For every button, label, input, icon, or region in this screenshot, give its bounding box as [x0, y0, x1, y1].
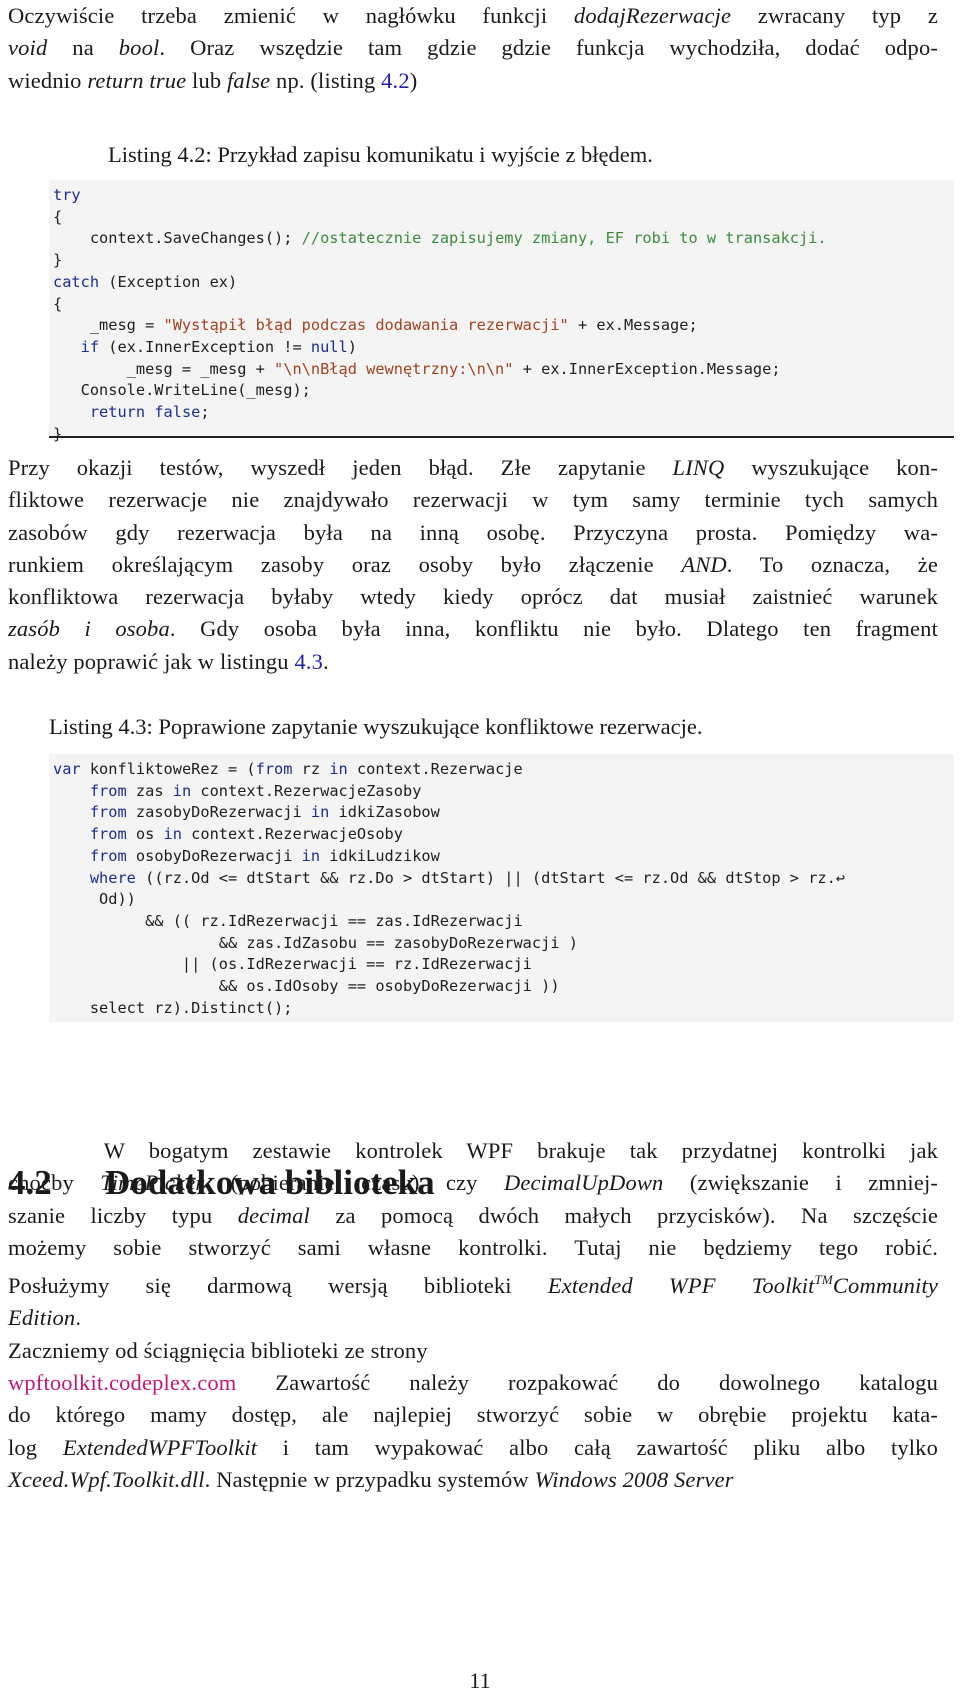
code-line: && zas.IdZasobu == zasobyDoRezerwacji )	[53, 933, 578, 952]
code-line: || (os.IdRezerwacji == rz.IdRezerwacji	[53, 955, 532, 974]
emphasis: Community	[832, 1273, 938, 1299]
emphasis: Windows 2008 Server	[534, 1466, 734, 1492]
emphasis: return true	[87, 67, 187, 93]
text-line: możemy sobie stworzyć sami własne kontro…	[8, 1234, 938, 1260]
intro-paragraph: Oczywiście trzeba zmienić w nagłówku fun…	[8, 0, 938, 97]
code-line: catch (Exception ex)	[53, 272, 238, 291]
code-line: Console.WriteLine(_mesg);	[53, 381, 311, 400]
trademark: TM	[814, 1272, 833, 1288]
code-line: {	[53, 207, 63, 226]
code-keyword: from	[89, 781, 127, 800]
code-line: where ((rz.Od <= dtStart && rz.Do > dtSt…	[89, 868, 846, 887]
emphasis: DecimalUpDown	[503, 1170, 664, 1196]
code-line: && (( rz.IdRezerwacji == zas.IdRezerwacj…	[53, 911, 523, 930]
text-line: fliktowe rezerwacje nie znajdywało rezer…	[8, 487, 938, 513]
listing-reference-link[interactable]: 4.3	[294, 649, 323, 674]
text-line: choćby TimePicker (pobieranie czasu) czy…	[8, 1170, 939, 1196]
code-keyword: return	[89, 403, 146, 422]
emphasis: void	[8, 35, 48, 61]
emphasis: Xceed.Wpf.Toolkit.dll	[8, 1466, 205, 1492]
code-line: {	[53, 294, 63, 313]
code-string: "Wystąpił błąd podczas dodawania rezerwa…	[163, 316, 569, 335]
code-keyword: catch	[53, 272, 100, 291]
code-line: select rz).Distinct();	[53, 998, 293, 1017]
text-line: szanie liczby typu decimal za pomocą dwó…	[8, 1202, 938, 1228]
text-line: Edition.	[8, 1305, 82, 1331]
code-keyword: in	[163, 825, 182, 844]
code-line: var konfliktoweRez = (from rz in context…	[53, 760, 523, 778]
code-line: return false;	[89, 403, 210, 422]
code-line: context.SaveChanges(); //ostatecznie zap…	[53, 229, 827, 248]
code-string: "\n\nBłąd wewnętrzny:\n\n"	[274, 359, 514, 378]
code-line: }	[53, 251, 63, 270]
listing-reference-link[interactable]: 4.2	[381, 68, 410, 93]
emphasis: zasób i osoba	[8, 616, 170, 642]
code-keyword: if	[80, 337, 100, 356]
code-block: try { context.SaveChanges(); //ostateczni…	[49, 180, 954, 445]
code-keyword: from	[89, 803, 127, 822]
code-keyword: var	[53, 760, 81, 778]
code-line: if (ex.InnerException != null)	[80, 337, 357, 356]
text-line: wpftoolkit.codeplex.com Zawartość należy…	[8, 1370, 938, 1396]
text-line: zasobów gdy rezerwacja była na inną osob…	[8, 519, 938, 545]
code-keyword: in	[329, 760, 348, 778]
bug-paragraph: Przy okazji testów, wyszedł jeden błąd. …	[8, 452, 938, 678]
library-paragraph: W bogatym zestawie kontrolek WPF brakuje…	[8, 1135, 938, 1496]
text-line: log ExtendedWPFToolkit i tam wypakować a…	[8, 1434, 938, 1460]
url-link[interactable]: wpftoolkit.codeplex.com	[8, 1370, 236, 1395]
text-line: Oczywiście trzeba zmienić w nagłówku fun…	[8, 3, 938, 28]
emphasis: Extended WPF Toolkit	[547, 1273, 815, 1299]
code-line: && os.IdOsoby == osobyDoRezerwacji ))	[53, 977, 560, 996]
code-keyword: false	[154, 403, 201, 422]
code-line: _mesg = _mesg + "\n\nBłąd wewnętrzny:\n\…	[53, 359, 781, 378]
emphasis: LINQ	[672, 455, 725, 480]
code-keyword: in	[310, 803, 330, 822]
listing-4-3-caption: Listing 4.3: Poprawione zapytanie wyszuk…	[49, 714, 703, 739]
code-line: }	[53, 424, 63, 443]
text-line: należy poprawić jak w listingu 4.3.	[8, 648, 329, 674]
listing-4-3-code: var konfliktoweRez = (from rz in context…	[49, 754, 954, 1022]
text-line: Posłużymy się darmową wersją biblioteki …	[8, 1272, 938, 1299]
code-keyword: where	[89, 868, 136, 887]
text-line: W bogatym zestawie kontrolek WPF brakuje…	[8, 1138, 938, 1163]
code-line: Od))	[53, 890, 136, 909]
emphasis: Edition	[8, 1305, 76, 1331]
code-keyword: from	[89, 825, 127, 844]
code-line: from os in context.RezerwacjeOsoby	[89, 825, 403, 844]
code-keyword: from	[255, 760, 293, 778]
code-keyword: try	[53, 186, 81, 204]
emphasis: decimal	[237, 1202, 310, 1228]
code-comment: //ostatecznie zapisujemy zmiany, EF robi…	[301, 229, 827, 248]
text-line: Xceed.Wpf.Toolkit.dll. Następnie w przyp…	[8, 1466, 734, 1492]
code-keyword: from	[89, 846, 127, 865]
text-line: void na bool. Oraz wszędzie tam gdzie gd…	[8, 35, 938, 61]
page-number: 11	[469, 1668, 491, 1693]
text-line: runkiem określającym zasoby oraz osoby b…	[8, 551, 938, 577]
code-line: try	[53, 185, 954, 207]
text-line: Przy okazji testów, wyszedł jeden błąd. …	[8, 455, 938, 480]
code-keyword: in	[301, 846, 321, 865]
text-line: zasób i osoba. Gdy osoba była inna, konf…	[8, 616, 938, 642]
emphasis: ExtendedWPFToolkit	[62, 1434, 258, 1460]
code-block: var konfliktoweRez = (from rz in context…	[49, 754, 954, 1019]
listing-rule	[49, 436, 954, 438]
code-line: from zasobyDoRezerwacji in idkiZasobow	[89, 803, 440, 822]
text-line: konfliktowa rezerwacja byłaby wtedy kied…	[8, 584, 938, 610]
listing-4-2-code: try { context.SaveChanges(); //ostateczni…	[49, 180, 954, 443]
emphasis: TimePicker	[100, 1170, 205, 1196]
code-line: _mesg = "Wystąpił błąd podczas dodawania…	[53, 316, 698, 335]
code-keyword: null	[310, 337, 348, 356]
code-line: from zas in context.RezerwacjeZasoby	[89, 781, 422, 800]
emphasis: bool	[118, 35, 160, 61]
code-line: from osobyDoRezerwacji in idkiLudzikow	[89, 846, 440, 865]
text-line: wiednio return true lub false np. (listi…	[8, 67, 418, 93]
text-line: Zaczniemy od ściągnięcia biblioteki ze s…	[8, 1337, 428, 1363]
emphasis: dodajRezerwacje	[573, 3, 732, 28]
text-line: do którego mamy dostęp, ale najlepiej st…	[8, 1402, 938, 1428]
code-keyword: in	[172, 781, 192, 800]
emphasis: false	[227, 67, 271, 93]
emphasis: AND	[681, 551, 727, 577]
listing-4-2-caption: Listing 4.2: Przykład zapisu komunikatu …	[108, 142, 653, 167]
